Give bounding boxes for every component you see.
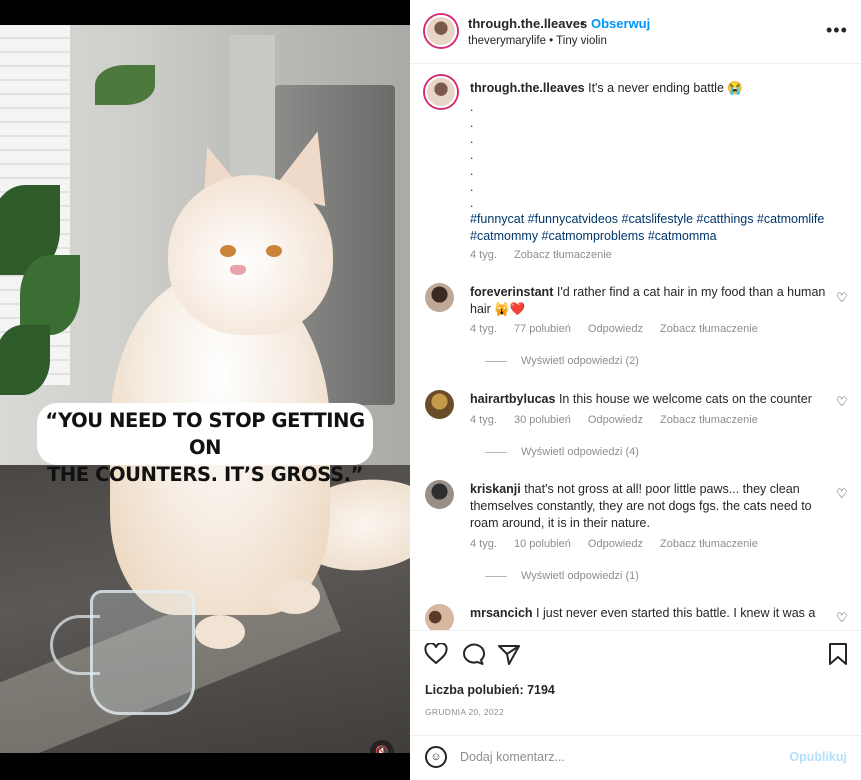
comment-body: mrsancich I just never even started this… xyxy=(470,605,830,622)
comment-item: kriskanji that's not gross at all! poor … xyxy=(425,480,850,590)
heart-outline-icon[interactable] xyxy=(424,642,448,671)
commenter-avatar[interactable] xyxy=(425,390,454,419)
comment-time[interactable]: 4 tyg. xyxy=(470,538,497,550)
instagram-post-dialog: “YOU NEED TO STOP GETTING ON THE COUNTER… xyxy=(0,0,861,780)
comment-translate-link[interactable]: Zobacz tłumaczenie xyxy=(660,414,758,426)
commenter-avatar[interactable] xyxy=(425,604,454,630)
cat-paw xyxy=(195,615,245,649)
comment-reply-button[interactable]: Odpowiedz xyxy=(588,323,643,335)
comment-bubble-icon[interactable] xyxy=(461,643,485,671)
caption-dot: . xyxy=(470,100,474,114)
comment-likes[interactable]: 10 polubień xyxy=(514,538,571,550)
comment-likes[interactable]: 77 polubień xyxy=(514,323,571,335)
author-avatar[interactable] xyxy=(425,76,457,108)
likes-count[interactable]: Liczba polubień: 7194 xyxy=(425,683,555,697)
caption-hashtags[interactable]: #funnycat #funnycatvideos #catslifestyle… xyxy=(470,211,830,245)
heart-outline-icon[interactable]: ♡ xyxy=(836,610,848,626)
comment-reply-button[interactable]: Odpowiedz xyxy=(588,414,643,426)
caption-dots: . . . . . . . xyxy=(470,99,830,211)
more-horizontal-icon[interactable]: ••• xyxy=(826,20,848,41)
author-avatar[interactable] xyxy=(425,15,457,47)
caption-meta: 4 tyg. Zobacz tłumaczenie xyxy=(470,249,626,261)
hanging-plant xyxy=(95,65,155,105)
header-separator: • xyxy=(580,16,585,31)
caption-dot: . xyxy=(470,148,474,162)
caption-dot: . xyxy=(470,196,474,210)
caption-dot: . xyxy=(470,164,474,178)
comment-item: mrsancich I just never even started this… xyxy=(425,604,850,630)
comment-item: hairartbylucas In this house we welcome … xyxy=(425,390,850,470)
comment-text: I just never even started this battle. I… xyxy=(536,606,816,620)
paper-plane-icon[interactable] xyxy=(497,643,521,671)
cat-eye xyxy=(220,245,236,257)
view-replies-button[interactable]: Wyświetl odpowiedzi (2) xyxy=(485,355,639,367)
comment-text: that's not gross at all! poor little paw… xyxy=(470,482,812,530)
comment-input[interactable]: Dodaj komentarz... xyxy=(460,750,565,764)
caption-text: It's a never ending battle 😭 xyxy=(588,81,743,95)
post-side-panel: through.the.lleaves • Obserwuj theveryma… xyxy=(410,0,861,780)
view-replies-button[interactable]: Wyświetl odpowiedzi (4) xyxy=(485,446,639,458)
cat-nose xyxy=(230,265,246,275)
smiley-icon[interactable]: ☺ xyxy=(425,746,447,768)
hashtags-line[interactable]: #funnycat #funnycatvideos #catslifestyle… xyxy=(470,211,830,228)
comment-meta: 4 tyg. 10 polubień Odpowiedz Zobacz tłum… xyxy=(470,538,772,550)
post-video[interactable]: “YOU NEED TO STOP GETTING ON THE COUNTER… xyxy=(0,25,410,753)
caption-line-1: “YOU NEED TO STOP GETTING ON xyxy=(45,409,365,459)
cat-eye xyxy=(266,245,282,257)
comment-likes[interactable]: 30 polubień xyxy=(514,414,571,426)
commenter-avatar[interactable] xyxy=(425,480,454,509)
glass-cup xyxy=(90,590,195,715)
caption-line-2: THE COUNTERS. IT’S GROSS.” xyxy=(46,463,364,486)
heart-outline-icon[interactable]: ♡ xyxy=(836,290,848,306)
comment-translate-link[interactable]: Zobacz tłumaczenie xyxy=(660,323,758,335)
comment-reply-button[interactable]: Odpowiedz xyxy=(588,538,643,550)
caption-body: through.the.lleaves It's a never ending … xyxy=(470,80,830,245)
comment-username[interactable]: foreverinstant xyxy=(470,285,553,299)
heart-outline-icon[interactable]: ♡ xyxy=(836,486,848,502)
caption-username[interactable]: through.the.lleaves xyxy=(470,81,585,95)
comment-translate-link[interactable]: Zobacz tłumaczenie xyxy=(660,538,758,550)
publish-button[interactable]: Opublikuj xyxy=(789,750,847,764)
cat-paw xyxy=(270,580,320,614)
video-caption-overlay: “YOU NEED TO STOP GETTING ON THE COUNTER… xyxy=(37,403,373,486)
comment-body: hairartbylucas In this house we welcome … xyxy=(470,391,830,408)
audio-subtitle[interactable]: theverymarylife • Tiny violin xyxy=(468,35,607,47)
comment-meta: 4 tyg. 30 polubień Odpowiedz Zobacz tłum… xyxy=(470,414,772,426)
comment-item: foreverinstant I'd rather find a cat hai… xyxy=(425,283,850,373)
caption-time[interactable]: 4 tyg. xyxy=(470,249,497,261)
caption-dot: . xyxy=(470,116,474,130)
comment-username[interactable]: mrsancich xyxy=(470,606,533,620)
comments-scroll-area[interactable]: through.the.lleaves It's a never ending … xyxy=(410,64,861,630)
post-caption: through.the.lleaves It's a never ending … xyxy=(425,76,850,266)
post-date: GRUDNIA 20, 2022 xyxy=(425,707,504,717)
comment-composer: ☺ Dodaj komentarz... Opublikuj xyxy=(410,735,861,780)
heart-outline-icon[interactable]: ♡ xyxy=(836,394,848,410)
comment-meta: 4 tyg. 77 polubień Odpowiedz Zobacz tłum… xyxy=(470,323,772,335)
comment-time[interactable]: 4 tyg. xyxy=(470,414,497,426)
comment-body: foreverinstant I'd rather find a cat hai… xyxy=(470,284,830,318)
hashtags-line[interactable]: #catmommy #catmomproblems #catmomma xyxy=(470,228,830,245)
comment-username[interactable]: hairartbylucas xyxy=(470,392,555,406)
post-actions: Liczba polubień: 7194 GRUDNIA 20, 2022 xyxy=(410,630,861,735)
comment-time[interactable]: 4 tyg. xyxy=(470,323,497,335)
caption-dot: . xyxy=(470,132,474,146)
caption-dot: . xyxy=(470,180,474,194)
comment-body: kriskanji that's not gross at all! poor … xyxy=(470,481,830,532)
comment-username[interactable]: kriskanji xyxy=(470,482,521,496)
post-header: through.the.lleaves • Obserwuj theveryma… xyxy=(410,0,861,64)
bookmark-icon[interactable] xyxy=(828,643,848,671)
caption-translate-link[interactable]: Zobacz tłumaczenie xyxy=(514,249,612,261)
commenter-avatar[interactable] xyxy=(425,283,454,312)
plant-leaf xyxy=(20,255,80,335)
comment-text: In this house we welcome cats on the cou… xyxy=(558,392,812,406)
cat-head xyxy=(168,175,333,335)
view-replies-button[interactable]: Wyświetl odpowiedzi (1) xyxy=(485,570,639,582)
follow-button[interactable]: Obserwuj xyxy=(591,16,650,31)
author-username[interactable]: through.the.lleaves xyxy=(468,16,587,31)
